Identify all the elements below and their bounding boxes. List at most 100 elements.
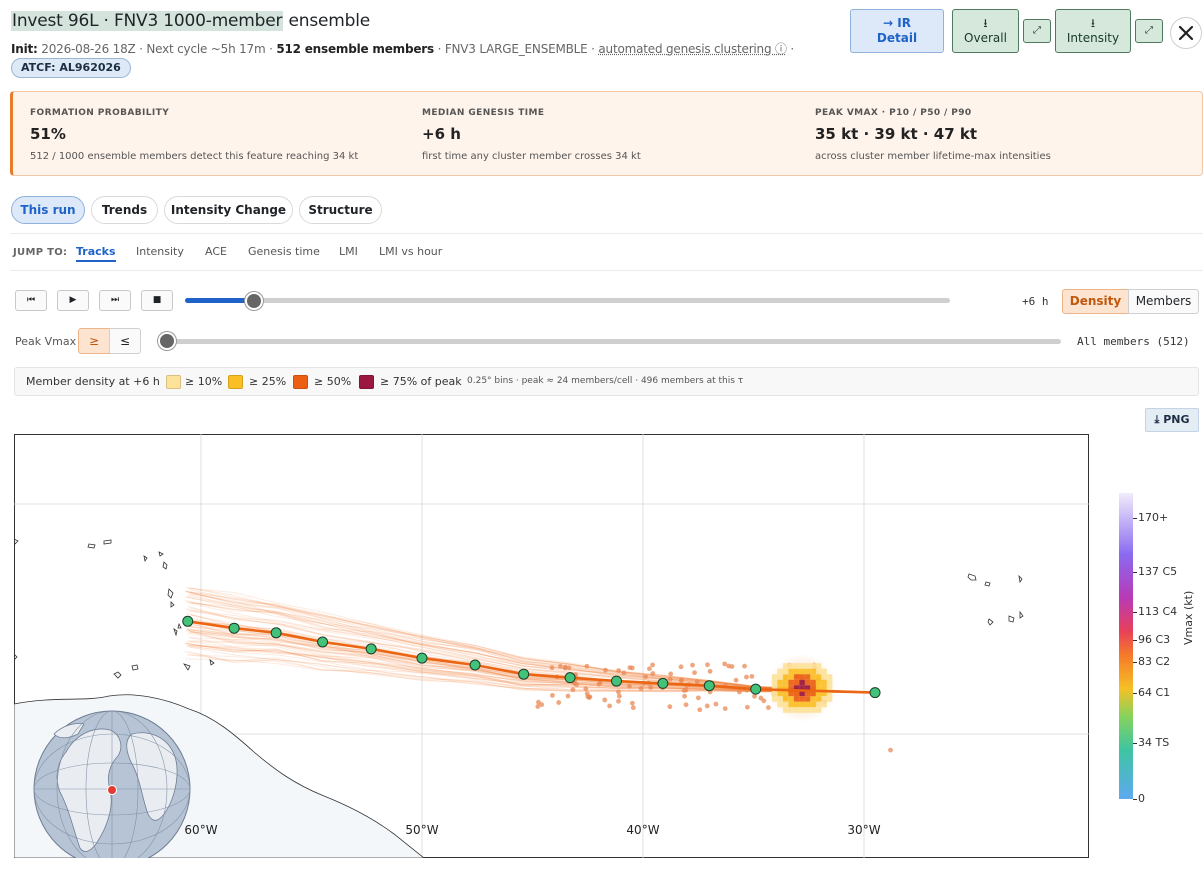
colorbar-tick (1133, 517, 1137, 519)
member-point (607, 703, 613, 709)
longitude-label: 40°W (626, 823, 659, 837)
member-point (650, 662, 655, 668)
play-button[interactable]: ▶ (57, 290, 89, 311)
density-cell (815, 679, 822, 686)
density-cell (804, 679, 811, 686)
density-cell (793, 707, 800, 713)
member-point (667, 704, 673, 710)
member-point (761, 698, 767, 704)
density-cell (826, 679, 833, 686)
jump-lmi-vs-hour[interactable]: LMI vs hour (379, 245, 442, 258)
member-point (690, 662, 695, 668)
jump-genesis-time[interactable]: Genesis time (248, 245, 320, 258)
density-cell (777, 696, 783, 702)
vmax-filter-handle[interactable] (158, 332, 176, 350)
density-cell (771, 696, 778, 702)
track-map[interactable]: 60°W 50°W 40°W 30°W (14, 434, 1089, 858)
legend-label: ≥ 10% (185, 375, 223, 388)
jump-intensity[interactable]: Intensity (136, 245, 184, 258)
mode-members-button[interactable]: Members (1128, 289, 1199, 314)
mode-density-button[interactable]: Density (1062, 289, 1129, 314)
legend-label: ≥ 25% (249, 375, 287, 388)
density-cell (799, 663, 805, 669)
tab-structure[interactable]: Structure (299, 196, 382, 224)
member-point (766, 705, 771, 710)
member-point (888, 747, 893, 753)
legend-note: 0.25° bins · peak ≈ 24 members/cell · 49… (467, 376, 744, 386)
longitude-label: 30°W (847, 823, 880, 837)
time-slider[interactable] (185, 298, 950, 303)
time-slider-handle[interactable] (244, 292, 263, 310)
formation-value: 51% (30, 125, 66, 143)
member-point (638, 686, 644, 691)
tab-this-run[interactable]: This run (11, 196, 85, 224)
member-point (749, 674, 755, 679)
jump-tracks[interactable]: Tracks (76, 245, 116, 262)
member-point (583, 686, 589, 692)
download-intensity-button[interactable]: ⭳ Intensity (1055, 9, 1131, 53)
member-point (742, 663, 747, 669)
density-cell (804, 663, 811, 669)
member-point (536, 699, 541, 705)
ir-detail-button[interactable]: → IR Detail (850, 9, 944, 53)
density-cell (788, 690, 794, 697)
track-point (869, 687, 881, 699)
jump-ace[interactable]: ACE (205, 245, 227, 258)
member-point (648, 684, 654, 690)
png-export-button[interactable]: ⤓ PNG (1145, 408, 1199, 432)
density-cell (810, 663, 816, 669)
tab-trends[interactable]: Trends (91, 196, 158, 224)
longitude-label: 60°W (184, 823, 217, 837)
filter-le-button[interactable]: ≤ (109, 328, 141, 354)
density-cell (788, 707, 794, 713)
run-info-line: Init: 2026-08-26 18Z · Next cycle ~5h 17… (11, 42, 795, 56)
member-point (694, 679, 700, 685)
density-cell (826, 674, 833, 680)
skip-end-button[interactable]: ⏭ (99, 290, 131, 311)
member-point (705, 662, 710, 668)
legend-label: ≥ 50% (314, 375, 352, 388)
colorbar-tick (1133, 693, 1137, 695)
density-cell (799, 696, 805, 702)
density-cell (771, 690, 778, 697)
stop-button[interactable]: ■ (141, 290, 173, 311)
filter-ge-button[interactable]: ≥ (78, 328, 110, 354)
expand-overall-icon[interactable]: ⤢ (1023, 19, 1051, 43)
density-cell (782, 696, 789, 702)
tab-intensity-change[interactable]: Intensity Change (164, 196, 293, 224)
close-button[interactable] (1170, 17, 1202, 49)
member-point (549, 665, 555, 671)
member-point (557, 663, 563, 669)
skip-start-button[interactable]: ⏮ (15, 290, 47, 311)
density-cell (793, 679, 800, 686)
legend-swatch (359, 375, 374, 389)
colorbar-tick-label: 170+ (1138, 510, 1169, 524)
member-point (570, 687, 576, 693)
member-point (713, 701, 719, 707)
track-point (270, 627, 282, 639)
density-cell (826, 696, 833, 702)
density-cell (804, 668, 811, 675)
density-cell (782, 668, 789, 675)
member-point (556, 700, 562, 705)
density-cell (799, 674, 805, 680)
track-point (610, 675, 622, 687)
track-point (518, 668, 530, 680)
expand-intensity-icon[interactable]: ⤢ (1135, 19, 1163, 43)
download-overall-button[interactable]: ⭳ Overall (952, 9, 1019, 53)
jump-lmi[interactable]: LMI (339, 245, 358, 258)
member-point (535, 704, 541, 709)
vmax-colorbar (1119, 493, 1133, 799)
member-point (647, 666, 652, 672)
next-cycle: Next cycle ~5h 17m (146, 42, 266, 56)
summary-card: FORMATION PROBABILITY 51% 512 / 1000 ens… (10, 91, 1203, 176)
vmax-filter-slider[interactable] (158, 339, 1061, 344)
filter-readout: All members (512) (1077, 335, 1190, 348)
density-heatmap (768, 654, 837, 722)
time-readout: +6 h (1022, 295, 1049, 308)
legend-label: ≥ 75% of peak (380, 375, 462, 388)
clustering-info-link[interactable]: automated genesis clustering ⓘ (598, 42, 787, 56)
close-icon (1178, 25, 1194, 41)
density-cell (788, 679, 794, 686)
member-point (643, 674, 649, 680)
